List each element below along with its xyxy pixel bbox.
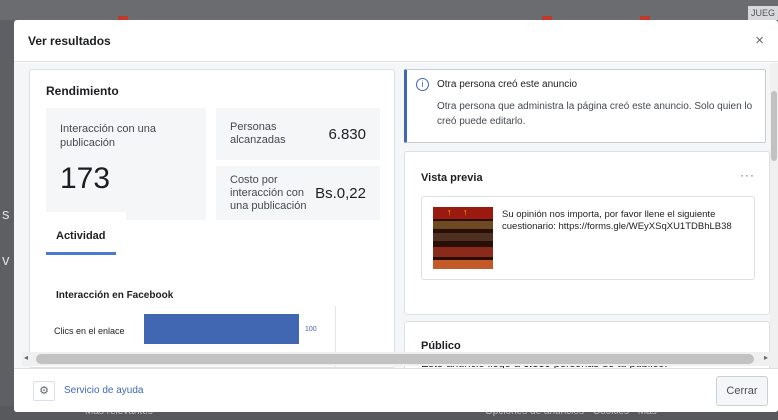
dialog-title: Ver resultados bbox=[28, 33, 111, 48]
info-icon: i bbox=[416, 78, 429, 91]
cost-stat: Costo por interacción con una publicació… bbox=[216, 166, 380, 220]
horizontal-scrollbar-thumb[interactable] bbox=[36, 354, 754, 364]
ad-preview[interactable]: ↑ ↑ Su opinión nos importa, por favor ll… bbox=[421, 196, 755, 280]
horizontal-scrollbar[interactable]: ◂ ▸ bbox=[22, 352, 770, 366]
background-text: s bbox=[2, 206, 10, 223]
info-notice: i Otra persona creó este anuncio Otra pe… bbox=[404, 69, 766, 143]
preview-card: Vista previa ··· ↑ ↑ Su opinión nos impo… bbox=[404, 151, 770, 315]
close-icon[interactable]: × bbox=[755, 32, 764, 49]
background-text: v bbox=[2, 252, 10, 269]
vertical-scrollbar-thumb[interactable] bbox=[771, 91, 777, 161]
reach-stat: Personas alcanzadas 6.830 bbox=[216, 108, 380, 160]
background-tag: JUEG bbox=[748, 6, 778, 20]
ad-text: Su opinión nos importa, por favor llene … bbox=[502, 209, 732, 232]
dialog-body[interactable]: Rendimiento Interacción con una publicac… bbox=[14, 63, 778, 368]
scroll-left-arrow-icon[interactable]: ◂ bbox=[24, 353, 28, 362]
cost-label: Costo por interacción con una publicació… bbox=[230, 173, 307, 212]
info-notice-text: Otra persona que administra la página cr… bbox=[437, 101, 753, 127]
bar-link-clicks bbox=[144, 314, 299, 344]
preview-title: Vista previa bbox=[421, 172, 483, 184]
cost-value: Bs.0,22 bbox=[315, 184, 366, 202]
bar-label-link-clicks: Clics en el enlace bbox=[54, 326, 125, 336]
vertical-scrollbar[interactable] bbox=[770, 63, 778, 368]
audience-title: Público bbox=[421, 340, 461, 352]
help-center-link[interactable]: Servicio de ayuda bbox=[64, 385, 144, 396]
tab-activity-label: Actividad bbox=[56, 230, 106, 242]
background-page-header bbox=[0, 0, 778, 20]
ad-thumbnail-image: ↑ ↑ bbox=[433, 207, 493, 269]
dialog-header: Ver resultados × bbox=[14, 20, 778, 62]
performance-card: Rendimiento Interacción con una publicac… bbox=[29, 69, 395, 368]
gear-icon[interactable]: ⚙ bbox=[33, 381, 55, 401]
bar-value-link-clicks: 100 bbox=[305, 326, 317, 333]
active-tab-indicator bbox=[46, 252, 116, 255]
results-dialog: Ver resultados × Rendimiento Interacción… bbox=[14, 20, 778, 412]
interaction-value: 173 bbox=[60, 162, 111, 195]
close-button[interactable]: Cerrar bbox=[716, 376, 768, 406]
facebook-interaction-title: Interacción en Facebook bbox=[56, 290, 174, 301]
interaction-stat: Interacción con una publicación 173 bbox=[46, 108, 206, 220]
scroll-right-arrow-icon[interactable]: ▸ bbox=[764, 353, 768, 362]
more-options-icon[interactable]: ··· bbox=[740, 168, 755, 182]
reach-value: 6.830 bbox=[328, 125, 366, 143]
interaction-label: Interacción con una publicación bbox=[60, 123, 157, 149]
dialog-footer: ⚙ Servicio de ayuda Cerrar bbox=[14, 368, 778, 412]
performance-title: Rendimiento bbox=[46, 84, 119, 98]
reach-label: Personas alcanzadas bbox=[230, 121, 286, 146]
info-notice-title: Otra persona creó este anuncio bbox=[437, 79, 578, 90]
tab-activity[interactable]: Actividad bbox=[46, 212, 126, 248]
